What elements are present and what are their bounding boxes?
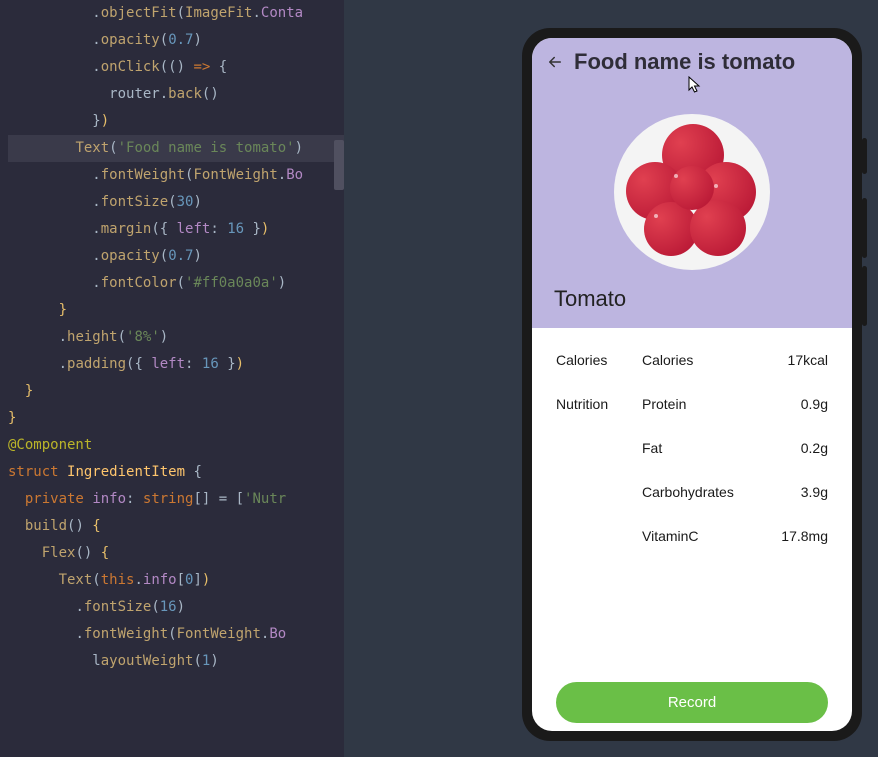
code-line[interactable]: .height('8%') bbox=[8, 324, 344, 351]
nutrition-section: CaloriesCalories17kcalNutritionProtein0.… bbox=[532, 328, 852, 674]
nutri-category: Nutrition bbox=[556, 396, 642, 412]
code-editor[interactable]: .objectFit(ImageFit.Conta .opacity(0.7) … bbox=[0, 0, 344, 757]
code-line[interactable]: @Component bbox=[8, 432, 344, 459]
code-line[interactable]: private info: string[] = ['Nutr bbox=[8, 486, 344, 513]
code-line[interactable]: Text(this.info[0]) bbox=[8, 567, 344, 594]
nutri-label: Fat bbox=[642, 440, 801, 456]
nutri-value: 3.9g bbox=[801, 484, 828, 500]
code-line[interactable]: .opacity(0.7) bbox=[8, 243, 344, 270]
food-name-label: Tomato bbox=[532, 286, 852, 312]
phone-volume-up bbox=[862, 198, 867, 258]
nutri-value: 17kcal bbox=[788, 352, 828, 368]
phone-volume-down bbox=[862, 266, 867, 326]
code-line[interactable]: build() { bbox=[8, 513, 344, 540]
nutri-value: 17.8mg bbox=[781, 528, 828, 544]
code-line[interactable]: .objectFit(ImageFit.Conta bbox=[8, 0, 344, 27]
nutrition-row: NutritionProtein0.9g bbox=[556, 396, 828, 412]
nutri-value: 0.2g bbox=[801, 440, 828, 456]
preview-pane: Food name is tomato bbox=[344, 0, 878, 757]
code-line[interactable]: .fontSize(16) bbox=[8, 594, 344, 621]
phone-power-button bbox=[862, 138, 867, 174]
phone-frame: Food name is tomato bbox=[522, 28, 862, 741]
code-line[interactable]: layoutWeight(1) bbox=[8, 648, 344, 675]
editor-scrollbar[interactable] bbox=[334, 0, 344, 757]
nutrition-row: CaloriesCalories17kcal bbox=[556, 352, 828, 368]
nutri-value: 0.9g bbox=[801, 396, 828, 412]
code-line[interactable]: } bbox=[8, 297, 344, 324]
code-line[interactable]: Text('Food name is tomato') bbox=[8, 135, 344, 162]
nutri-category: Calories bbox=[556, 352, 642, 368]
nutrition-row: Fat0.2g bbox=[556, 440, 828, 456]
nutri-label: Calories bbox=[642, 352, 788, 368]
code-line[interactable]: .onClick(() => { bbox=[8, 54, 344, 81]
nutrition-row: VitaminC17.8mg bbox=[556, 528, 828, 544]
code-line[interactable]: .opacity(0.7) bbox=[8, 27, 344, 54]
code-line[interactable]: .fontWeight(FontWeight.Bo bbox=[8, 621, 344, 648]
code-line[interactable]: router.back() bbox=[8, 81, 344, 108]
nutri-label: VitaminC bbox=[642, 528, 781, 544]
code-line[interactable]: .fontColor('#ff0a0a0a') bbox=[8, 270, 344, 297]
page-title: Food name is tomato bbox=[574, 49, 795, 75]
phone-screen: Food name is tomato bbox=[532, 38, 852, 731]
food-image bbox=[614, 114, 770, 270]
code-line[interactable]: Flex() { bbox=[8, 540, 344, 567]
record-button[interactable]: Record bbox=[556, 682, 828, 723]
food-image-wrap bbox=[532, 114, 852, 270]
nutri-label: Carbohydrates bbox=[642, 484, 801, 500]
code-line[interactable]: .margin({ left: 16 }) bbox=[8, 216, 344, 243]
code-line[interactable]: .fontWeight(FontWeight.Bo bbox=[8, 162, 344, 189]
back-arrow-icon[interactable] bbox=[546, 53, 564, 71]
nutrition-row: Carbohydrates3.9g bbox=[556, 484, 828, 500]
cursor-icon bbox=[688, 76, 702, 94]
code-line[interactable]: } bbox=[8, 405, 344, 432]
nutri-label: Protein bbox=[642, 396, 801, 412]
code-line[interactable]: }) bbox=[8, 108, 344, 135]
code-line[interactable]: .fontSize(30) bbox=[8, 189, 344, 216]
code-line[interactable]: } bbox=[8, 378, 344, 405]
code-line[interactable]: struct IngredientItem { bbox=[8, 459, 344, 486]
code-line[interactable]: .padding({ left: 16 }) bbox=[8, 351, 344, 378]
editor-scrollbar-thumb[interactable] bbox=[334, 140, 344, 190]
